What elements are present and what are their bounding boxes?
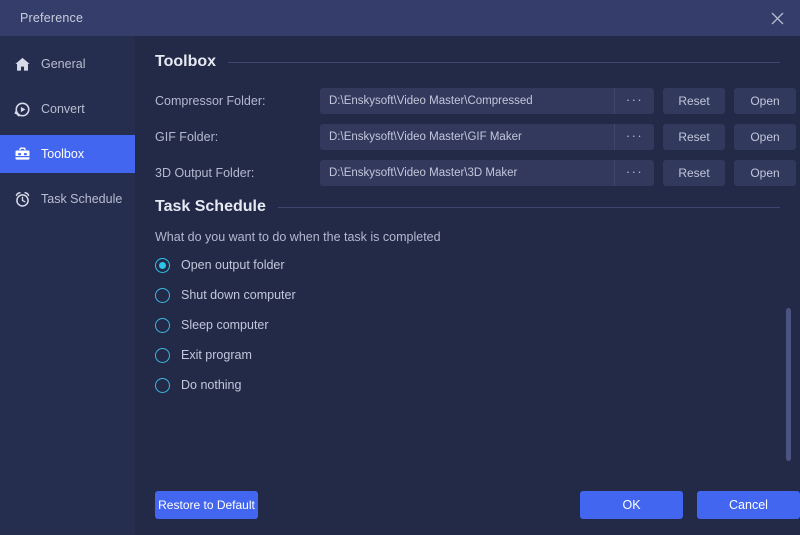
sidebar-item-label: Toolbox xyxy=(41,147,85,161)
open-button[interactable]: Open xyxy=(734,160,796,186)
threed-output-folder-input[interactable]: D:\Enskysoft\Video Master\3D Maker xyxy=(320,160,614,186)
radio-label: Sleep computer xyxy=(181,318,269,332)
folder-row: GIF Folder: D:\Enskysoft\Video Master\GI… xyxy=(155,124,796,150)
threed-output-folder-field-group: D:\Enskysoft\Video Master\3D Maker ··· xyxy=(320,160,654,186)
radio-open-output-folder[interactable]: Open output folder xyxy=(155,256,780,274)
task-schedule-heading: Task Schedule xyxy=(155,198,266,215)
sidebar-item-label: Task Schedule xyxy=(41,192,123,206)
radio-label: Shut down computer xyxy=(181,288,296,302)
radio-indicator xyxy=(155,377,170,393)
browse-button[interactable]: ··· xyxy=(614,160,654,186)
browse-button[interactable]: ··· xyxy=(614,88,654,114)
radio-indicator xyxy=(155,287,170,303)
sidebar-item-general[interactable]: General xyxy=(0,45,135,83)
sidebar-item-label: Convert xyxy=(41,102,85,116)
sidebar-item-convert[interactable]: Convert xyxy=(0,90,135,128)
radio-indicator xyxy=(155,257,170,273)
reset-button[interactable]: Reset xyxy=(663,124,725,150)
close-icon xyxy=(770,11,785,26)
browse-button[interactable]: ··· xyxy=(614,124,654,150)
radio-label: Exit program xyxy=(181,348,252,362)
content-area: Toolbox Compressor Folder: D:\Enskysoft\… xyxy=(135,36,800,535)
radio-label: Do nothing xyxy=(181,378,242,392)
window-title: Preference xyxy=(20,11,84,25)
radio-indicator xyxy=(155,317,170,333)
sidebar-item-toolbox[interactable]: Toolbox xyxy=(0,135,135,173)
reset-button[interactable]: Reset xyxy=(663,160,725,186)
titlebar: Preference xyxy=(0,0,800,36)
briefcase-icon xyxy=(13,145,31,163)
sidebar-item-task-schedule[interactable]: Task Schedule xyxy=(0,180,135,218)
task-schedule-section-header: Task Schedule xyxy=(155,198,780,216)
radio-shut-down-computer[interactable]: Shut down computer xyxy=(155,286,780,304)
gif-folder-input[interactable]: D:\Enskysoft\Video Master\GIF Maker xyxy=(320,124,614,150)
open-button[interactable]: Open xyxy=(734,88,796,114)
compressor-folder-field-group: D:\Enskysoft\Video Master\Compressed ··· xyxy=(320,88,654,114)
radio-indicator xyxy=(155,347,170,363)
section-divider xyxy=(228,61,780,63)
radio-label: Open output folder xyxy=(181,258,285,272)
cancel-button[interactable]: Cancel xyxy=(697,491,800,519)
task-schedule-subtitle: What do you want to do when the task is … xyxy=(155,230,441,244)
toolbox-section: Toolbox Compressor Folder: D:\Enskysoft\… xyxy=(155,53,796,186)
sidebar: General Convert Toolbox Task Schedule xyxy=(0,36,135,535)
open-button[interactable]: Open xyxy=(734,124,796,150)
folder-rows: Compressor Folder: D:\Enskysoft\Video Ma… xyxy=(155,88,796,186)
task-schedule-radio-group: Open output folder Shut down computer Sl… xyxy=(155,256,780,394)
folder-row-label: 3D Output Folder: xyxy=(155,166,255,180)
folder-row: 3D Output Folder: D:\Enskysoft\Video Mas… xyxy=(155,160,796,186)
toolbox-section-header: Toolbox xyxy=(155,53,780,71)
close-button[interactable] xyxy=(754,0,800,36)
restore-to-default-button[interactable]: Restore to Default xyxy=(155,491,258,519)
toolbox-heading: Toolbox xyxy=(155,53,217,70)
folder-row-label: GIF Folder: xyxy=(155,130,219,144)
vertical-scrollbar-thumb[interactable] xyxy=(786,308,791,461)
section-divider xyxy=(277,206,780,208)
task-schedule-section: Task Schedule What do you want to do whe… xyxy=(155,198,780,394)
radio-sleep-computer[interactable]: Sleep computer xyxy=(155,316,780,334)
folder-row-label: Compressor Folder: xyxy=(155,94,266,108)
sidebar-item-label: General xyxy=(41,57,86,71)
convert-icon xyxy=(13,100,31,118)
folder-row: Compressor Folder: D:\Enskysoft\Video Ma… xyxy=(155,88,796,114)
radio-exit-program[interactable]: Exit program xyxy=(155,346,780,364)
reset-button[interactable]: Reset xyxy=(663,88,725,114)
home-icon xyxy=(13,55,31,73)
ok-button[interactable]: OK xyxy=(580,491,683,519)
radio-do-nothing[interactable]: Do nothing xyxy=(155,376,780,394)
alarm-clock-icon xyxy=(13,190,31,208)
gif-folder-field-group: D:\Enskysoft\Video Master\GIF Maker ··· xyxy=(320,124,654,150)
compressor-folder-input[interactable]: D:\Enskysoft\Video Master\Compressed xyxy=(320,88,614,114)
preference-window: Preference General Convert Toolbox Task … xyxy=(0,0,800,535)
